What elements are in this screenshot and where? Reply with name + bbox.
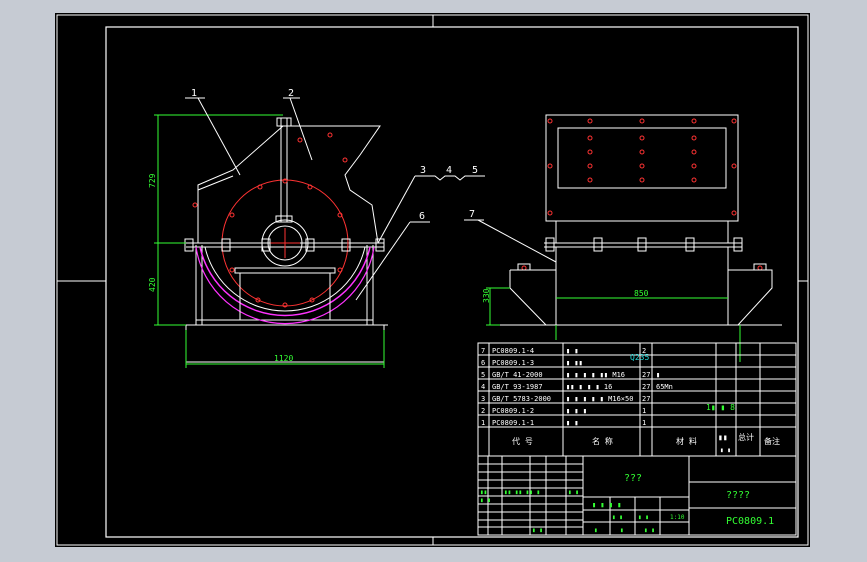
svg-text:1: 1 [481,419,485,427]
title-center: ??? [624,473,642,484]
svg-text:4: 4 [481,383,485,391]
balloon-4: 4 [446,165,452,176]
title-org: ???? [726,490,750,501]
svg-text:▮▮: ▮▮ [480,489,487,496]
parts-row: 3 GB/T 5783-2000 ▮ ▮ ▮ ▮ ▮ M16×50 27 [481,395,650,403]
parts-row: 6 PC0809.1-3 ▮ ▮▮ [481,359,583,367]
balloon-2: 2 [288,88,294,99]
svg-text:名 称: 名 称 [592,436,613,446]
svg-text:▮: ▮ [620,527,624,534]
sheet-note: 1▮ ▮ 8 [706,403,735,412]
balloon-7: 7 [469,209,475,220]
side-view: 729 420 1120 1 2 3 4 5 6 [148,88,485,368]
parts-row: 1 PC0809.1-1 ▮ ▮ 1 [481,419,646,427]
scale: 1:10 [670,514,685,521]
svg-text:27: 27 [642,395,650,403]
balloon-6: 6 [419,211,425,222]
parts-row: 5 GB/T 41-2000 ▮ ▮ ▮ ▮ ▮▮ M16 27 ▮ [481,371,660,379]
svg-text:备注: 备注 [764,436,780,446]
svg-text:▮ ▮: ▮ ▮ [566,347,579,355]
svg-text:3: 3 [481,395,485,403]
svg-text:7: 7 [481,347,485,355]
svg-text:PC0809.1-3: PC0809.1-3 [492,359,534,367]
svg-text:6: 6 [481,359,485,367]
svg-text:▮▮ ▮ ▮ ▮ 16: ▮▮ ▮ ▮ ▮ 16 [566,383,612,391]
outer-border [56,14,809,546]
svg-text:▮ ▮: ▮ ▮ [566,419,579,427]
parts-header: 代 号 名 称 材 料 ▮▮ 总计 备注 ▮ ▮ [512,432,780,454]
svg-text:GB/T 41-2000: GB/T 41-2000 [492,371,543,379]
svg-text:材 料: 材 料 [676,436,697,446]
parts-row: 2 PC0809.1-2 ▮ ▮ ▮ 1 [481,407,646,415]
front-view: 850 330 7 [464,114,782,362]
drawing-number: PC0809.1 [726,516,774,527]
svg-text:PC0809.1-2: PC0809.1-2 [492,407,534,415]
dim-330: 330 [482,288,491,303]
balloon-1: 1 [191,88,197,99]
dim-420: 420 [148,277,157,292]
svg-text:1: 1 [642,419,646,427]
parts-rows: 7 PC0809.1-4 ▮ ▮ 2 Q235 6 PC0809.1-3 ▮ ▮… [481,347,780,454]
svg-text:65Mn: 65Mn [656,383,673,391]
svg-text:▮: ▮ [656,371,660,379]
svg-text:代 号: 代 号 [512,436,533,446]
svg-text:27: 27 [642,371,650,379]
balloon-5: 5 [472,165,478,176]
svg-text:1: 1 [642,407,646,415]
svg-text:▮ ▮: ▮ ▮ [480,497,491,504]
cad-drawing: 729 420 1120 1 2 3 4 5 6 850 330 7 7 PC0… [56,14,809,546]
svg-text:GB/T 5783-2000: GB/T 5783-2000 [492,395,551,403]
upper-casing [197,125,381,244]
svg-text:5: 5 [481,371,485,379]
inner-border [105,26,799,538]
svg-text:▮ ▮: ▮ ▮ [568,489,579,496]
svg-text:▮ ▮ ▮ ▮ ▮▮ M16: ▮ ▮ ▮ ▮ ▮▮ M16 [566,371,625,379]
svg-text:GB/T 93-1987: GB/T 93-1987 [492,383,543,391]
dim-1120: 1120 [274,354,293,363]
svg-text:Q235: Q235 [630,353,649,362]
svg-text:27: 27 [642,383,650,391]
svg-text:总计: 总计 [738,432,754,442]
svg-text:▮ ▮ ▮: ▮ ▮ ▮ [566,407,587,415]
svg-text:PC0809.1-4: PC0809.1-4 [492,347,534,355]
stage-labels: ▮ ▮ ▮ ▮ [592,501,622,509]
parts-row: 4 GB/T 93-1987 ▮▮ ▮ ▮ ▮ 16 27 65Mn [481,383,673,391]
svg-text:▮ ▮: ▮ ▮ [612,514,623,521]
svg-text:▮▮ ▮▮ ▮▮ ▮: ▮▮ ▮▮ ▮▮ ▮ [504,489,540,496]
svg-text:▮ ▮: ▮ ▮ [638,514,649,521]
svg-text:▮ ▮ ▮ ▮ ▮ M16×50: ▮ ▮ ▮ ▮ ▮ M16×50 [566,395,633,403]
svg-text:▮ ▮: ▮ ▮ [720,447,731,454]
dim-729: 729 [148,173,157,188]
svg-text:▮ ▮: ▮ ▮ [644,527,655,534]
dim-850: 850 [634,289,649,298]
svg-text:▮ ▮: ▮ ▮ [532,527,543,534]
balloon-3: 3 [420,165,426,176]
svg-text:▮: ▮ [594,527,598,534]
svg-text:PC0809.1-1: PC0809.1-1 [492,419,534,427]
svg-text:2: 2 [481,407,485,415]
svg-text:▮▮: ▮▮ [718,433,728,442]
front-body [555,246,729,326]
svg-text:▮ ▮▮: ▮ ▮▮ [566,359,583,367]
